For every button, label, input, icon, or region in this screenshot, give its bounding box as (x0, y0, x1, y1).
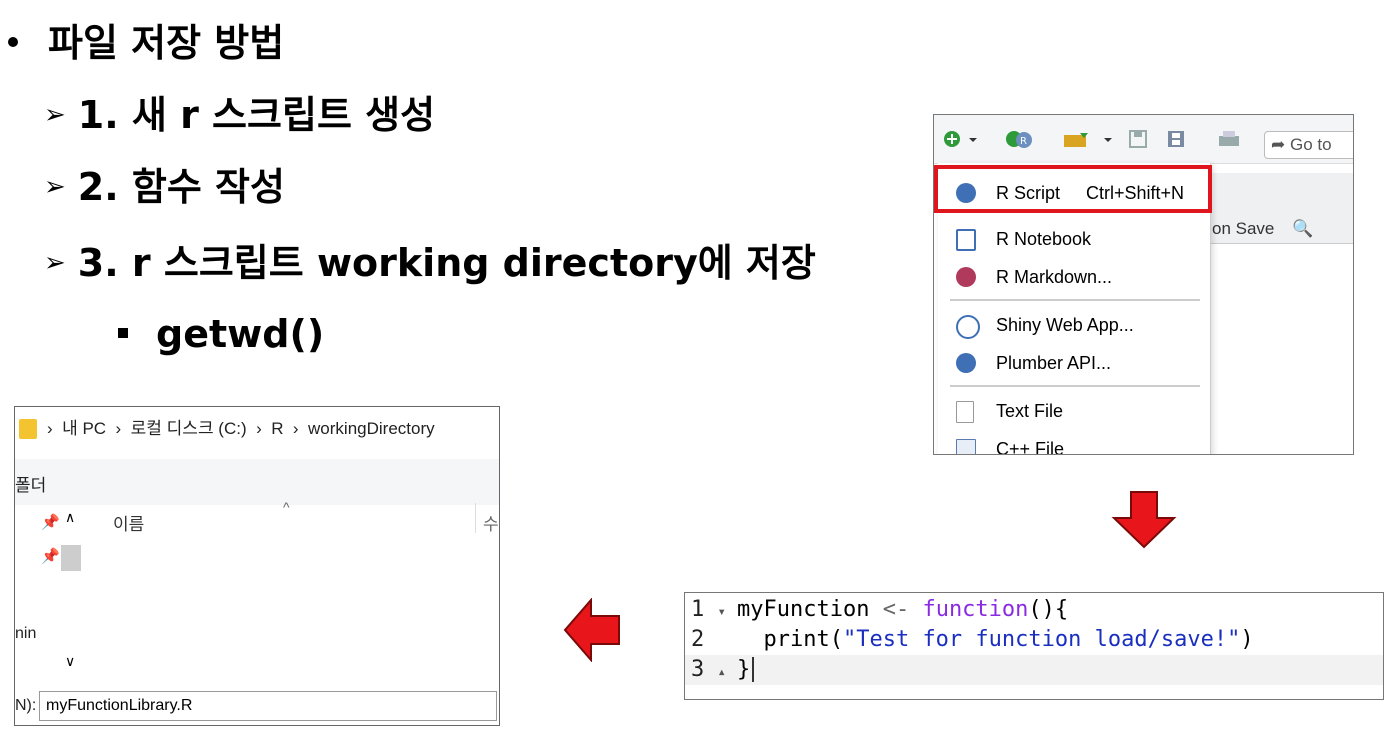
main-bullet: 파일 저장 방법 (0, 12, 284, 67)
breadcrumb: › 내 PC › 로컬 디스크 (C:) › R › workingDirect… (47, 419, 435, 438)
sub-bullet-text: getwd() (156, 312, 325, 356)
scroll-up-icon[interactable]: ∧ (65, 509, 75, 526)
scrollbar-thumb[interactable] (61, 545, 81, 571)
menu-item-label: Shiny Web App... (996, 315, 1134, 335)
r-markdown-icon (956, 267, 976, 287)
cpp-file-icon (956, 439, 976, 454)
highlight-box (934, 165, 1212, 213)
svg-text:R: R (1020, 136, 1027, 147)
plumber-icon (956, 353, 976, 373)
menu-separator (950, 385, 1200, 387)
menu-item-r-markdown[interactable]: R Markdown... (938, 259, 1210, 295)
column-header-name[interactable]: 이름 (113, 510, 144, 535)
line-gutter: 2 (691, 627, 705, 652)
menu-item-plumber-api[interactable]: Plumber API... (938, 345, 1210, 381)
fold-arrow-icon: ▾ (717, 604, 726, 620)
column-header-partial[interactable]: 수 (483, 510, 499, 535)
dropdown-caret-icon[interactable] (1102, 129, 1114, 149)
sort-up-icon: ^ (283, 499, 290, 515)
rstudio-new-file-screenshot: R ➦ Go to on Save 🔍 R Script Ctrl+Shift+N… (933, 114, 1354, 455)
menu-item-shiny-web-app[interactable]: Shiny Web App... (938, 307, 1210, 343)
menu-item-label: Text File (996, 401, 1064, 421)
bullet-dot (8, 36, 18, 47)
arrowhead-bullet-icon: ➢ (44, 99, 66, 130)
go-to-arrow-icon: ➦ (1271, 135, 1290, 154)
new-file-icon[interactable] (942, 129, 962, 149)
sub-bullet: getwd() (118, 312, 324, 356)
ribbon: 폴더 (15, 459, 499, 505)
code-editor[interactable]: 1 ▾ myFunction <- function(){ 2 print("T… (684, 592, 1384, 700)
open-folder-icon[interactable] (1062, 129, 1092, 149)
save-all-icon[interactable] (1166, 129, 1190, 149)
save-icon[interactable] (1128, 129, 1148, 149)
arrowhead-bullet-icon: ➢ (44, 247, 66, 278)
fold-arrow-icon: ▴ (717, 664, 726, 680)
dropdown-caret-icon[interactable] (966, 129, 980, 149)
code-line-current: 3 ▴ } (685, 655, 1383, 685)
go-to-label: Go to (1289, 135, 1332, 154)
rstudio-toolbar: R ➦ Go to (934, 115, 1353, 164)
menu-item-label: R Notebook (996, 229, 1092, 249)
breadcrumb-item[interactable]: 내 PC (62, 419, 106, 438)
code-line: 1 ▾ myFunction <- function(){ (685, 595, 1383, 625)
step-1-text: 1. 새 r 스크립트 생성 (77, 93, 436, 137)
filename-label: N): (15, 697, 37, 714)
breadcrumb-item[interactable]: workingDirectory (308, 419, 435, 438)
search-icon[interactable]: 🔍 (1292, 219, 1313, 238)
save-dialog-screenshot: › 내 PC › 로컬 디스크 (C:) › R › workingDirect… (14, 406, 500, 726)
menu-item-text-file[interactable]: Text File (938, 393, 1210, 429)
menu-separator (950, 299, 1200, 301)
sidebar-item[interactable]: nin (15, 625, 36, 643)
arrowhead-bullet-icon: ➢ (44, 171, 66, 202)
menu-item-cpp-file[interactable]: C++ File (938, 431, 1210, 455)
text-file-icon (956, 401, 974, 423)
address-bar[interactable]: › 내 PC › 로컬 디스크 (C:) › R › workingDirect… (15, 407, 499, 451)
step-1: ➢ 1. 새 r 스크립트 생성 (44, 84, 435, 139)
source-on-save-label: on Save 🔍 (1212, 219, 1314, 238)
column-divider[interactable] (475, 503, 476, 533)
scroll-down-icon[interactable]: ∨ (65, 653, 75, 670)
main-bullet-text: 파일 저장 방법 (48, 21, 285, 65)
red-left-arrow-icon (563, 598, 620, 662)
menu-item-r-notebook[interactable]: R Notebook (938, 221, 1210, 257)
filename-input[interactable]: myFunctionLibrary.R (39, 691, 497, 721)
step-2: ➢ 2. 함수 작성 (44, 156, 285, 211)
pin-icon: 📌 (41, 548, 60, 565)
print-icon[interactable] (1216, 129, 1242, 149)
step-3: ➢ 3. r 스크립트 working directory에 저장 (44, 232, 816, 287)
line-gutter: 1 ▾ (691, 597, 726, 622)
new-folder-label[interactable]: 폴더 (15, 471, 46, 496)
menu-item-label: Plumber API... (996, 353, 1112, 373)
menu-item-label: R Markdown... (996, 267, 1113, 287)
new-project-icon[interactable]: R (1004, 129, 1034, 149)
text-cursor (752, 657, 755, 682)
code-line: 2 print("Test for function load/save!") (685, 625, 1383, 655)
go-to-file-input[interactable]: ➦ Go to (1264, 131, 1353, 159)
breadcrumb-item[interactable]: R (271, 419, 283, 438)
pin-icon: 📌 (41, 514, 60, 531)
shiny-icon (956, 315, 980, 339)
red-down-arrow-icon (1111, 491, 1177, 549)
step-2-text: 2. 함수 작성 (77, 165, 285, 209)
line-gutter: 3 ▴ (691, 657, 726, 682)
r-notebook-icon (956, 229, 976, 251)
breadcrumb-item[interactable]: 로컬 디스크 (C:) (131, 419, 247, 438)
menu-item-label: C++ File (996, 439, 1065, 455)
step-3-text: 3. r 스크립트 working directory에 저장 (77, 241, 816, 285)
square-bullet-icon (118, 327, 128, 338)
folder-icon (19, 419, 37, 439)
